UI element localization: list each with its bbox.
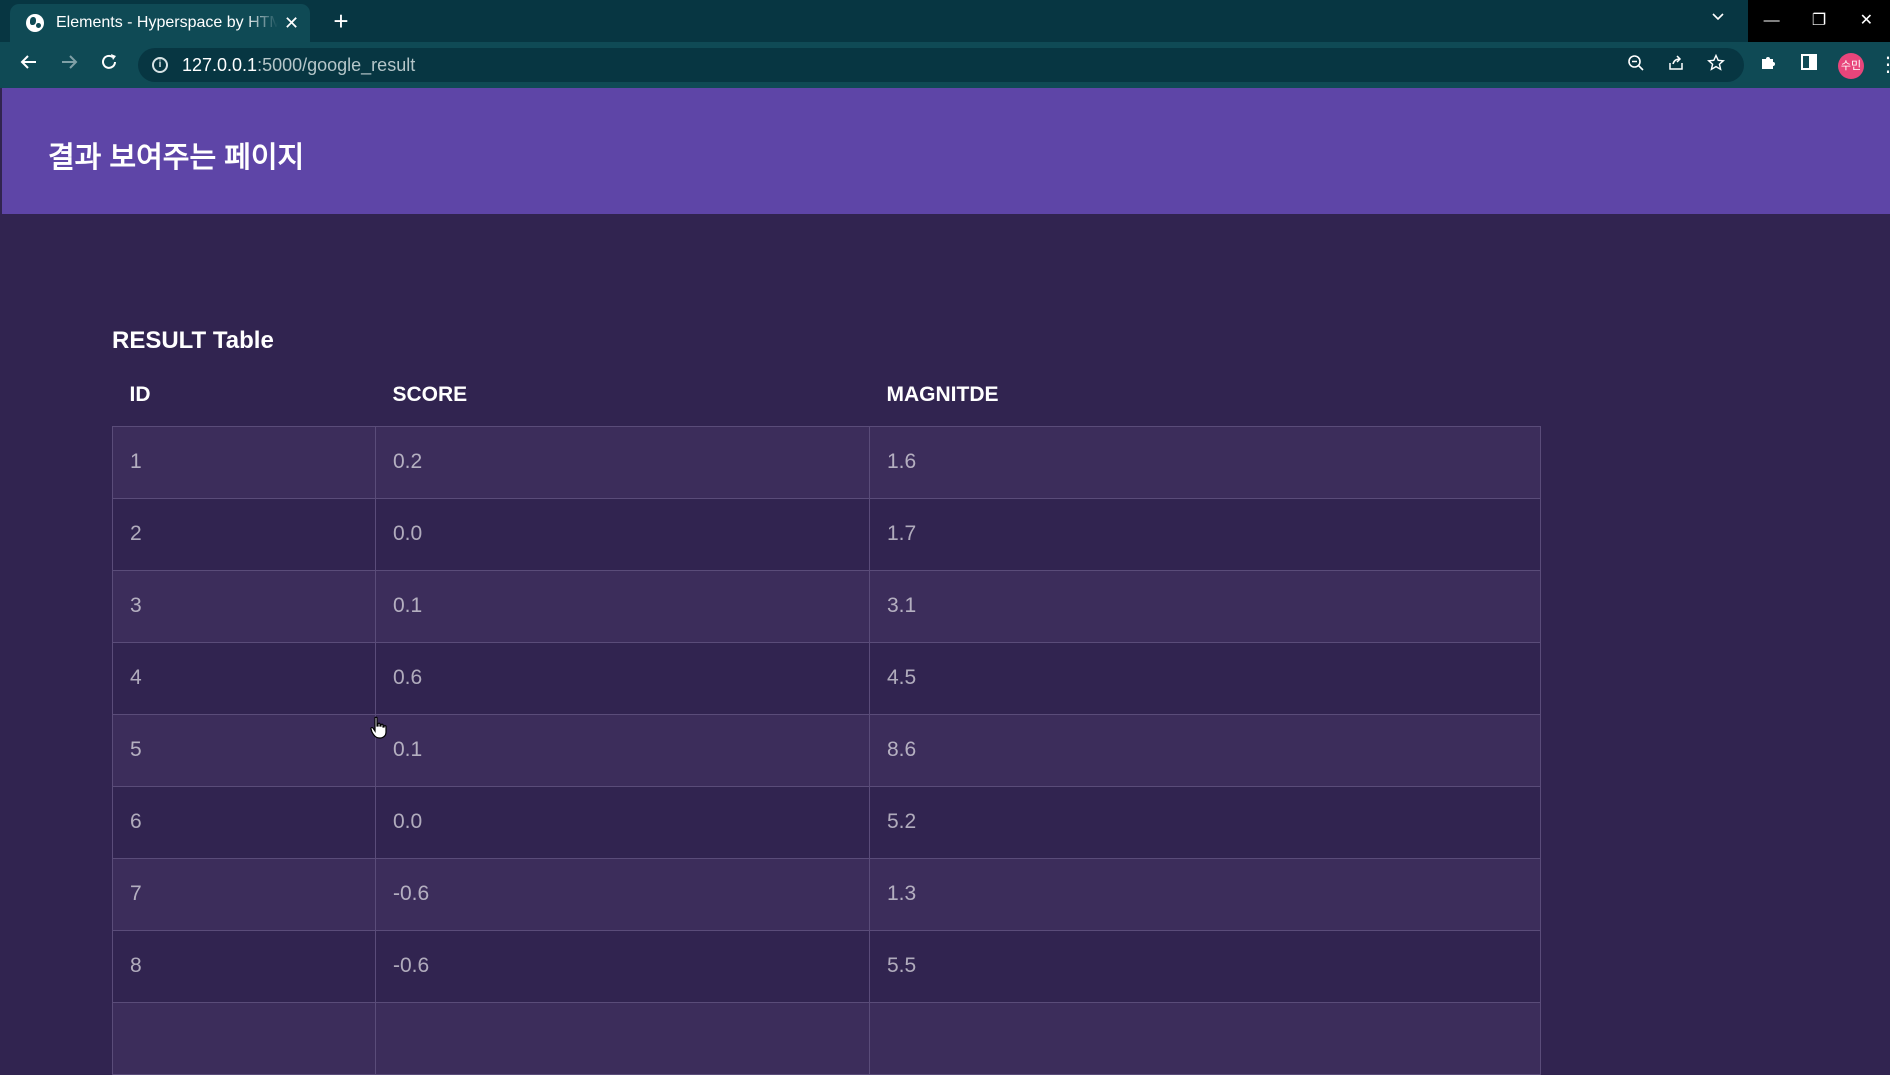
cell-id: 3 <box>112 569 376 643</box>
table-row: 6 0.0 5.2 <box>112 785 1541 859</box>
table-row <box>112 1001 1541 1075</box>
cell-id: 8 <box>112 929 376 1003</box>
browser-tab-active[interactable]: Elements - Hyperspace by HTML5 UP ✕ <box>10 4 310 42</box>
close-window-button[interactable]: ✕ <box>1843 0 1890 42</box>
cell-score: -0.6 <box>375 857 870 931</box>
column-header-score: SCORE <box>392 382 468 406</box>
extensions-puzzle-icon[interactable] <box>1754 50 1784 80</box>
cell-id: 6 <box>112 785 376 859</box>
window-controls: — ❐ ✕ <box>1748 0 1890 42</box>
table-row: 5 0.1 8.6 <box>112 713 1541 787</box>
table-row: 8 -0.6 5.5 <box>112 929 1541 1003</box>
table-row: 2 0.0 1.7 <box>112 497 1541 571</box>
page-title: 결과 보여주는 페이지 <box>48 142 305 174</box>
cell-magnitude: 8.6 <box>869 713 1541 787</box>
cell-magnitude: 1.3 <box>869 857 1541 931</box>
reload-icon[interactable] <box>94 50 124 80</box>
column-header-id: ID <box>129 382 151 406</box>
table-row: 3 0.1 3.1 <box>112 569 1541 643</box>
cell-id: 2 <box>112 497 376 571</box>
back-arrow-icon[interactable] <box>14 50 44 80</box>
url-host: 127.0.0.1 <box>182 54 258 75</box>
cell-magnitude: 5.5 <box>869 929 1541 1003</box>
cell-magnitude <box>869 1001 1541 1075</box>
cell-magnitude: 4.5 <box>869 641 1541 715</box>
table-body: 1 0.2 1.6 2 0.0 1.7 3 0.1 3.1 4 0.6 4.5 5 0.1 8.6 6 0.0 5… <box>112 425 1541 1075</box>
cell-id: 1 <box>112 425 376 499</box>
cell-id: 4 <box>112 641 376 715</box>
cell-score: -0.6 <box>375 929 870 1003</box>
cell-magnitude: 3.1 <box>869 569 1541 643</box>
table-row: 4 0.6 4.5 <box>112 641 1541 715</box>
url-path: :5000/google_result <box>257 54 416 75</box>
globe-icon <box>26 14 44 32</box>
cell-score: 0.6 <box>375 641 870 715</box>
page-header: 결과 보여주는 페이지 <box>2 88 1890 214</box>
browser-toolbar: i 127.0.0.1:5000/google_result 수민 ⋮ <box>0 42 1890 88</box>
column-header-magnitude: MAGNITDE <box>886 382 999 406</box>
share-icon[interactable] <box>1662 52 1690 80</box>
cell-score <box>375 1001 870 1075</box>
browser-menu-icon[interactable]: ⋮ <box>1878 50 1890 80</box>
cell-id: 7 <box>112 857 376 931</box>
table-caption: RESULT Table <box>112 327 274 354</box>
cell-magnitude: 1.7 <box>869 497 1541 571</box>
profile-avatar[interactable]: 수민 <box>1838 53 1864 79</box>
hand-pointer-cursor-icon <box>370 716 387 739</box>
forward-arrow-icon[interactable] <box>54 50 84 80</box>
new-tab-button[interactable]: + <box>326 6 356 36</box>
cell-magnitude: 5.2 <box>869 785 1541 859</box>
browser-tabstrip: Elements - Hyperspace by HTML5 UP ✕ + — … <box>0 0 1890 42</box>
cell-id: 5 <box>112 713 376 787</box>
result-table: ID SCORE MAGNITDE 1 0.2 1.6 2 0.0 1.7 3 0.1 3.1 4… <box>112 364 1541 1075</box>
cell-score: 0.1 <box>375 713 870 787</box>
page-body: 결과 보여주는 페이지 RESULT Table ID SCORE MAGNIT… <box>0 88 1890 1075</box>
restore-button[interactable]: ❐ <box>1795 0 1842 42</box>
tab-close-icon[interactable]: ✕ <box>284 14 299 32</box>
table-row: 7 -0.6 1.3 <box>112 857 1541 931</box>
table-header-row: ID SCORE MAGNITDE <box>113 364 1541 426</box>
cell-score: 0.2 <box>375 425 870 499</box>
cell-magnitude: 1.6 <box>869 425 1541 499</box>
url-text[interactable]: 127.0.0.1:5000/google_result <box>182 55 415 76</box>
result-section: RESULT Table ID SCORE MAGNITDE 1 0.2 1.6 2 0… <box>112 326 1541 1075</box>
site-info-icon[interactable]: i <box>152 57 168 73</box>
tab-search-chevron-icon[interactable] <box>1706 8 1730 32</box>
cell-score: 0.0 <box>375 785 870 859</box>
cell-score: 0.1 <box>375 569 870 643</box>
table-row: 1 0.2 1.6 <box>112 425 1541 499</box>
cell-id <box>112 1001 376 1075</box>
bookmark-star-icon[interactable] <box>1702 52 1730 80</box>
zoom-icon[interactable] <box>1622 52 1650 80</box>
tab-title: Elements - Hyperspace by HTML5 UP <box>56 14 278 31</box>
cell-score: 0.0 <box>375 497 870 571</box>
side-panel-icon[interactable] <box>1794 50 1824 80</box>
minimize-button[interactable]: — <box>1748 0 1795 42</box>
address-bar[interactable]: i 127.0.0.1:5000/google_result <box>138 48 1744 82</box>
